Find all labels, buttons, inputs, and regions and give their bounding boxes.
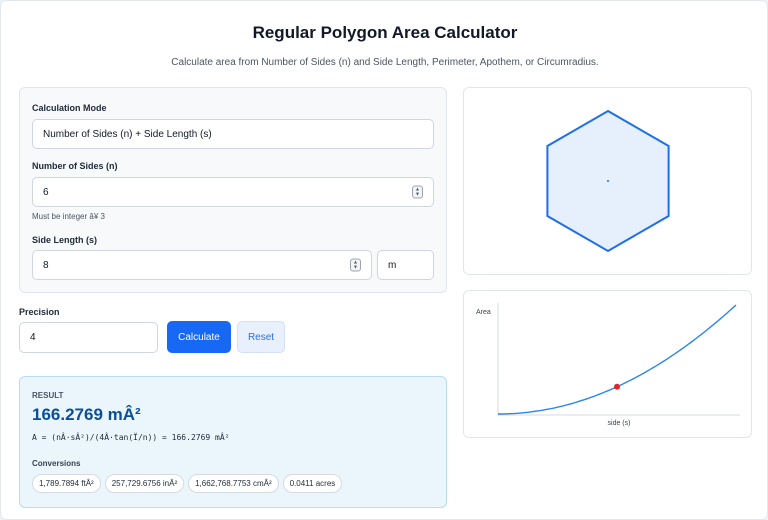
conversion-chip-in2: 257,729.6756 inÂ² — [104, 474, 185, 493]
precision-input-value: 4 — [30, 332, 36, 343]
result-label: RESULT — [32, 391, 64, 400]
area-chart: Area side (s) — [476, 303, 740, 427]
conversion-chip-cm2: 1,662,768.7753 cmÂ² — [188, 474, 279, 493]
area-chart-panel: Area side (s) — [463, 290, 752, 438]
result-panel: RESULT 166.2769 mÂ² A = (nÂ·sÂ²)/(4Â·tan… — [19, 376, 447, 508]
conversion-chip-ft2: 1,789.7894 ftÂ² — [32, 474, 101, 493]
mode-label: Calculation Mode — [32, 103, 107, 113]
input-panel: Calculation Mode Number of Sides (n) + S… — [19, 87, 447, 293]
sides-hint: Must be integer â¥ 3 — [32, 212, 105, 221]
sides-input-value: 6 — [43, 186, 49, 198]
chart-y-label: Area — [476, 309, 491, 316]
calculator-card: Regular Polygon Area Calculator Calculat… — [0, 0, 768, 520]
area-curve-line — [498, 304, 737, 415]
current-value-marker — [614, 383, 620, 390]
page-subtitle: Calculate area from Number of Sides (n) … — [171, 57, 599, 68]
sides-label: Number of Sides (n) — [32, 161, 118, 171]
side-length-input[interactable]: 8 ▲ ▼ — [32, 250, 372, 280]
side-length-stepper-icon[interactable]: ▲ ▼ — [350, 258, 361, 272]
polygon-preview — [546, 109, 670, 253]
side-length-input-value: 8 — [43, 259, 49, 271]
unit-select[interactable]: m — [377, 250, 434, 280]
calculate-button[interactable]: Calculate — [167, 321, 231, 353]
mode-select-value: Number of Sides (n) + Side Length (s) — [43, 128, 212, 140]
unit-select-value: m — [388, 259, 397, 271]
conversion-chip-acres: 0.0411 acres — [282, 474, 343, 493]
polygon-preview-panel — [463, 87, 752, 275]
calculation-mode-select[interactable]: Number of Sides (n) + Side Length (s) — [32, 119, 434, 149]
polygon-center-dot — [607, 180, 609, 182]
result-value: 166.2769 mÂ² — [32, 405, 141, 424]
result-formula: A = (nÂ·sÂ²)/(4Â·tan(Ï/n)) = 166.2769 mÂ… — [32, 433, 230, 442]
page-title: Regular Polygon Area Calculator — [252, 23, 518, 42]
sides-stepper-icon[interactable]: ▲ ▼ — [412, 185, 423, 199]
precision-input[interactable]: 4 — [19, 322, 158, 353]
reset-button[interactable]: Reset — [237, 321, 285, 353]
chart-x-label: side (s) — [608, 420, 631, 427]
precision-label: Precision — [19, 307, 60, 317]
conversions-label: Conversions — [32, 459, 81, 468]
sides-input[interactable]: 6 ▲ ▼ — [32, 177, 434, 207]
conversion-chips: 1,789.7894 ftÂ² 257,729.6756 inÂ² 1,662,… — [32, 474, 343, 493]
side-length-label: Side Length (s) — [32, 235, 97, 245]
